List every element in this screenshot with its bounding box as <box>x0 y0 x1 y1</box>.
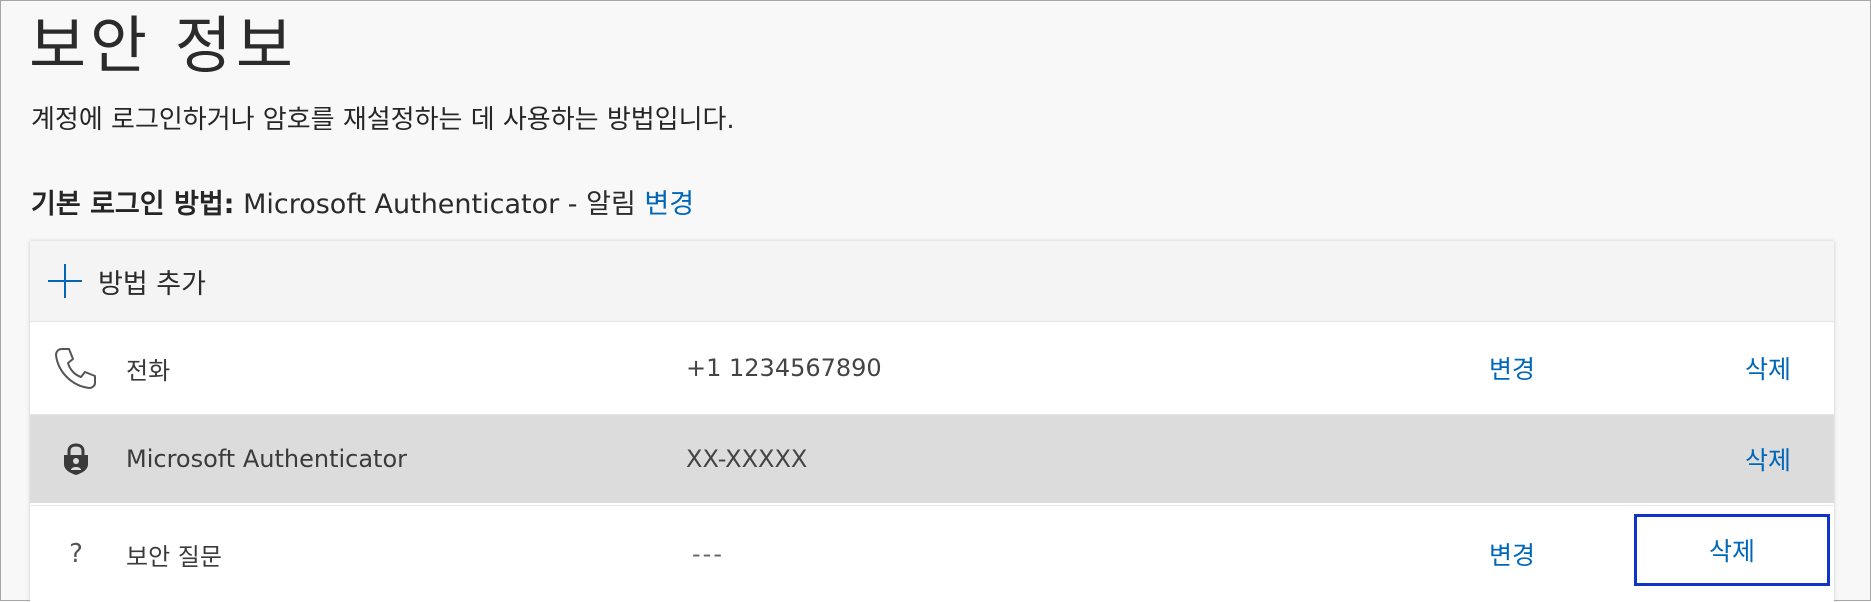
add-method-button[interactable]: 방법 추가 <box>30 241 1834 322</box>
method-detail: --- <box>692 540 724 568</box>
security-methods-card: 방법 추가 전화 +1 1234567890 변경 삭제 Microsoft A… <box>30 241 1834 602</box>
method-name: Microsoft Authenticator <box>126 445 408 473</box>
method-name: 보안 질문 <box>126 542 222 571</box>
default-method-label: 기본 로그인 방법: <box>31 189 235 220</box>
phone-icon <box>48 322 104 414</box>
method-detail: XX-XXXXX <box>686 445 808 473</box>
page-subtitle: 계정에 로그인하거나 암호를 재설정하는 데 사용하는 방법입니다. <box>31 105 735 135</box>
change-default-method-link[interactable]: 변경 <box>644 189 694 220</box>
change-phone-link[interactable]: 변경 <box>1460 322 1564 414</box>
method-row-phone: 전화 +1 1234567890 변경 삭제 <box>30 322 1834 415</box>
delete-authenticator-link[interactable]: 삭제 <box>1666 415 1870 503</box>
authenticator-lock-icon <box>48 415 104 503</box>
delete-phone-link[interactable]: 삭제 <box>1666 322 1870 414</box>
default-signin-method: 기본 로그인 방법: Microsoft Authenticator - 알림 … <box>31 185 694 225</box>
method-name: 전화 <box>126 356 171 385</box>
delete-security-questions-link[interactable]: 삭제 <box>1634 514 1830 586</box>
plus-icon <box>48 264 82 298</box>
question-icon: ? <box>48 506 104 602</box>
method-row-authenticator: Microsoft Authenticator XX-XXXXX 삭제 <box>30 415 1834 503</box>
add-method-label: 방법 추가 <box>98 268 206 300</box>
change-security-questions-link[interactable]: 변경 <box>1460 506 1564 602</box>
question-glyph: ? <box>69 539 83 569</box>
default-method-value: Microsoft Authenticator - 알림 <box>234 189 645 220</box>
page-title: 보안 정보 <box>29 9 297 82</box>
method-detail: +1 1234567890 <box>686 354 882 382</box>
method-row-security-questions: ? 보안 질문 --- 변경 삭제 <box>30 505 1834 602</box>
